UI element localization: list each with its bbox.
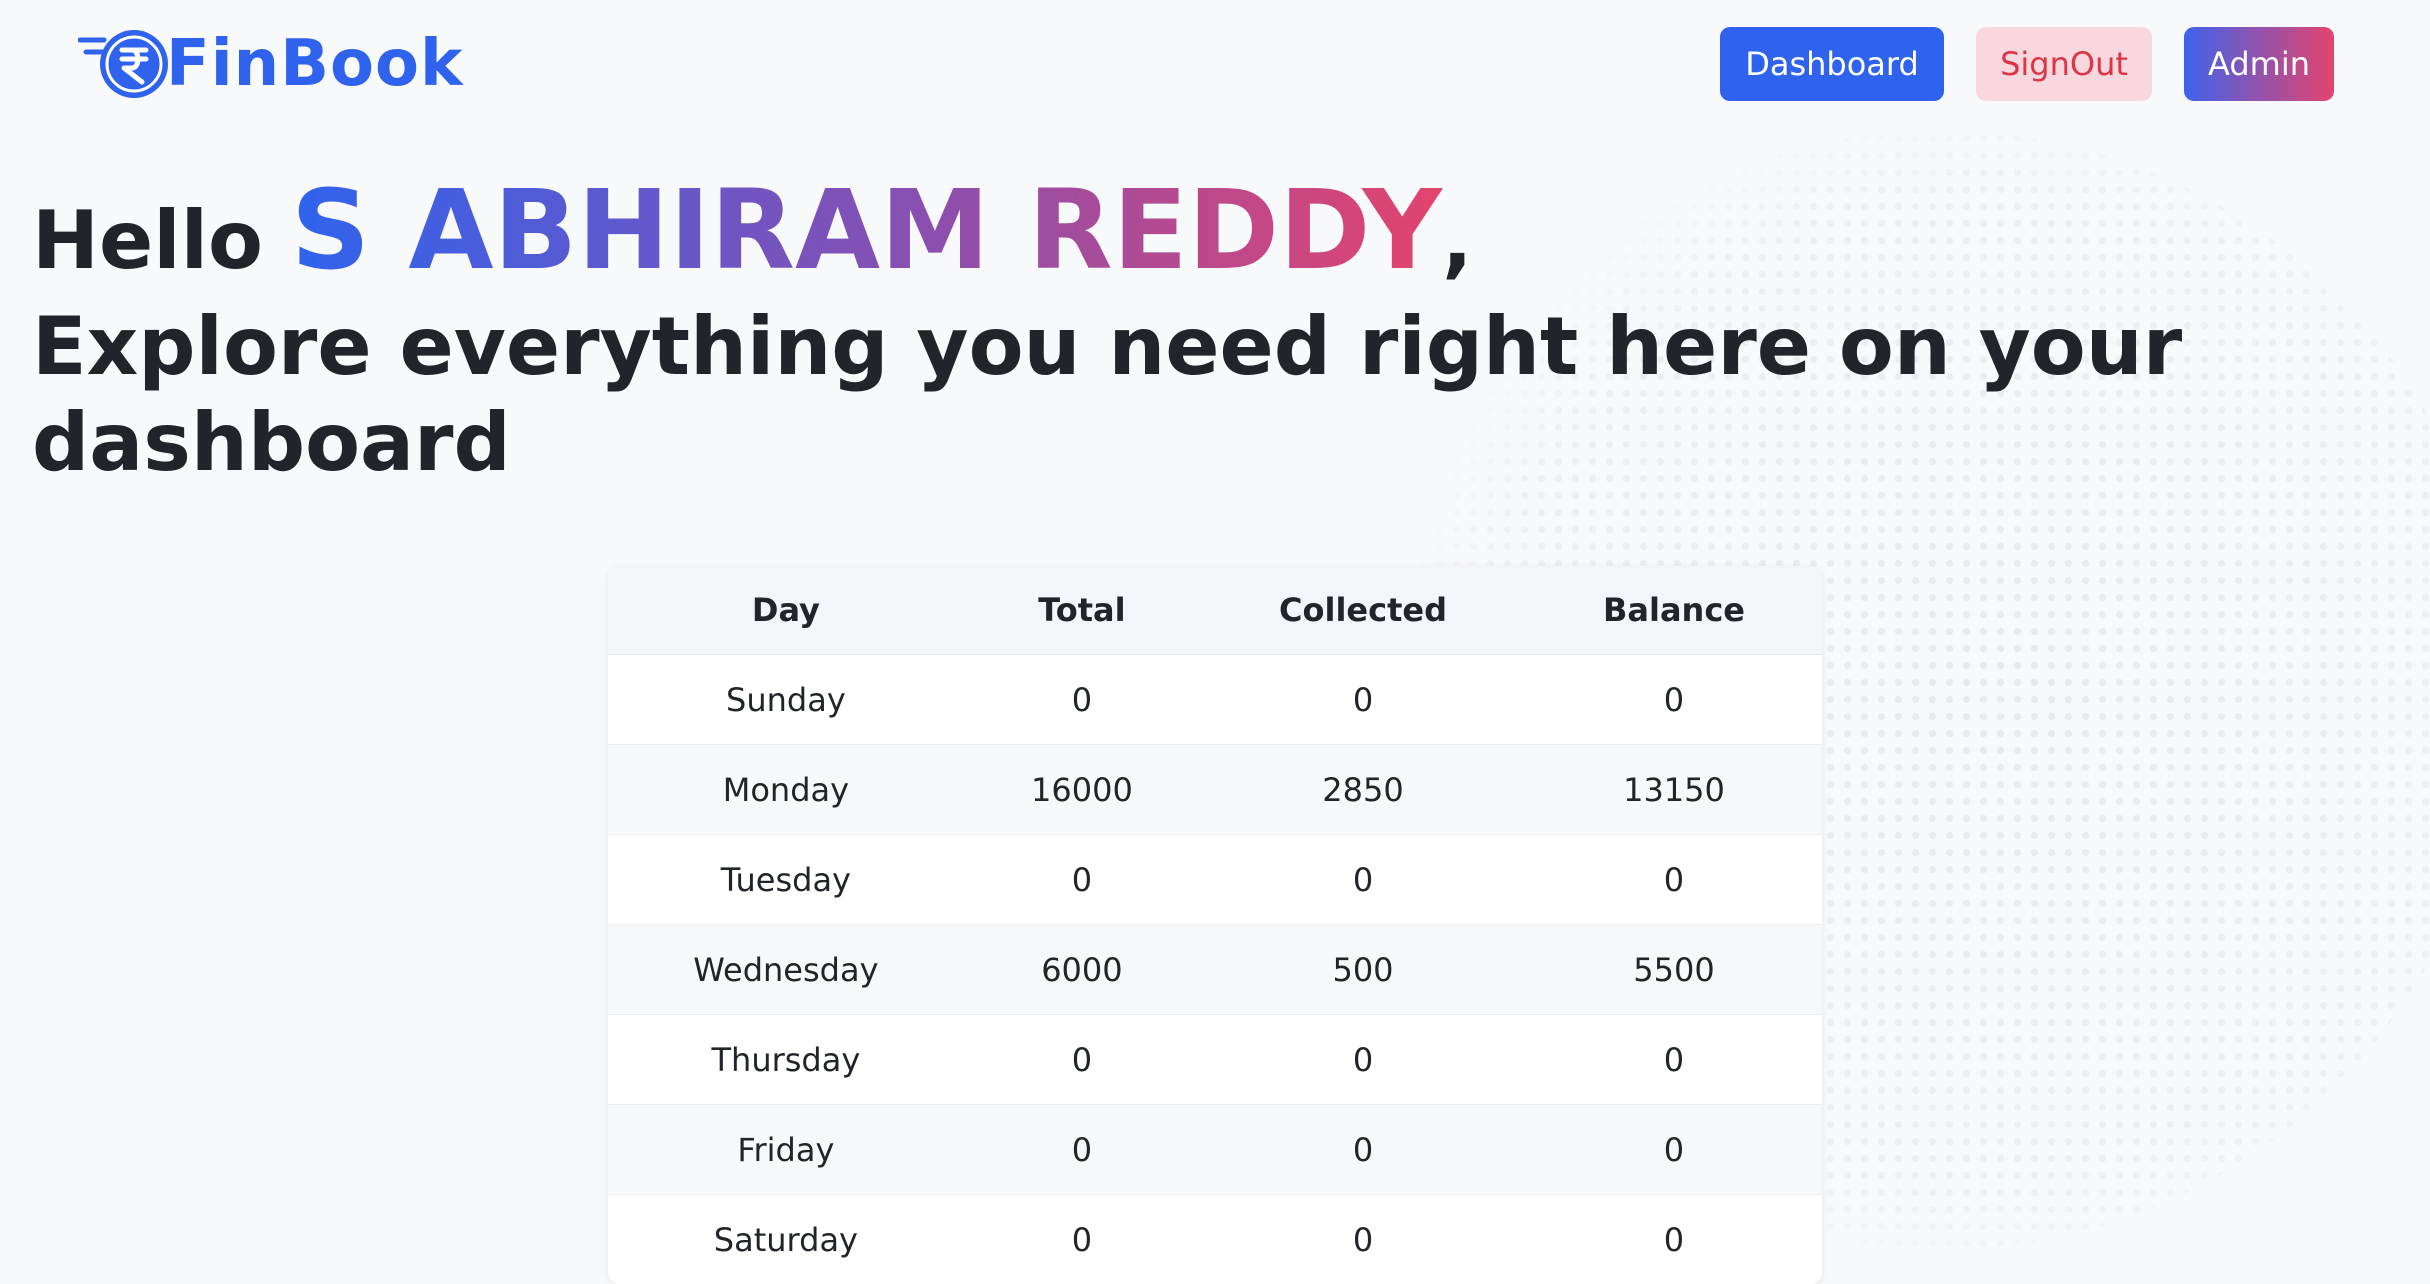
greeting-comma: , (1442, 194, 1473, 287)
cell-day: Wednesday (608, 924, 964, 1015)
cell-collected: 500 (1200, 924, 1526, 1015)
cell-collected: 0 (1200, 654, 1526, 745)
user-name: S ABHIRAM REDDY (290, 166, 1443, 294)
cell-total: 0 (963, 654, 1201, 745)
cell-total: 0 (963, 834, 1201, 925)
header-collected: Collected (1200, 566, 1526, 655)
table-row: Saturday 0 0 0 (608, 1194, 1822, 1284)
table-header-row: Day Total Collected Balance (608, 566, 1822, 655)
admin-button[interactable]: Admin (2184, 27, 2334, 101)
cell-collected: 0 (1200, 1014, 1526, 1105)
table-row: Friday 0 0 0 (608, 1104, 1822, 1195)
table-row: Thursday 0 0 0 (608, 1014, 1822, 1105)
rupee-coin-icon (77, 26, 174, 102)
cell-total: 0 (963, 1014, 1201, 1105)
brand-name: FinBook (166, 27, 464, 101)
cell-balance: 13150 (1525, 744, 1822, 835)
cell-balance: 5500 (1525, 924, 1822, 1015)
signout-button[interactable]: SignOut (1976, 27, 2152, 101)
greeting-text: Hello (32, 194, 264, 287)
table-row: Wednesday 6000 500 5500 (608, 924, 1822, 1015)
cell-day: Thursday (608, 1014, 964, 1105)
dashboard-subtitle: Explore everything you need right here o… (32, 300, 2183, 489)
cell-collected: 0 (1200, 1104, 1526, 1195)
weekly-collection-table-card: Day Total Collected Balance Sunday 0 0 0… (608, 566, 1822, 1284)
cell-day: Sunday (608, 654, 964, 745)
cell-balance: 0 (1525, 834, 1822, 925)
cell-collected: 0 (1200, 1194, 1526, 1284)
header-total: Total (963, 566, 1201, 655)
cell-total: 16000 (963, 744, 1201, 835)
dashboard-button[interactable]: Dashboard (1720, 27, 1944, 101)
table-row: Monday 16000 2850 13150 (608, 744, 1822, 835)
table-row: Tuesday 0 0 0 (608, 834, 1822, 925)
cell-balance: 0 (1525, 1014, 1822, 1105)
cell-balance: 0 (1525, 654, 1822, 745)
cell-day: Friday (608, 1104, 964, 1195)
top-navbar: FinBook Dashboard SignOut Admin (0, 0, 2430, 130)
cell-balance: 0 (1525, 1104, 1822, 1195)
cell-total: 6000 (963, 924, 1201, 1015)
brand-logo-link[interactable]: FinBook (77, 26, 464, 102)
weekly-collection-table: Day Total Collected Balance Sunday 0 0 0… (608, 566, 1822, 1284)
cell-collected: 0 (1200, 834, 1526, 925)
cell-day: Saturday (608, 1194, 964, 1284)
cell-balance: 0 (1525, 1194, 1822, 1284)
cell-total: 0 (963, 1194, 1201, 1284)
greeting-line: Hello S ABHIRAM REDDY, (32, 170, 2332, 301)
header-day: Day (608, 566, 964, 655)
cell-collected: 2850 (1200, 744, 1526, 835)
cell-total: 0 (963, 1104, 1201, 1195)
cell-day: Tuesday (608, 834, 964, 925)
table-row: Sunday 0 0 0 (608, 654, 1822, 745)
welcome-heading: Hello S ABHIRAM REDDY, Explore everythin… (32, 170, 2332, 491)
header-balance: Balance (1525, 566, 1822, 655)
cell-day: Monday (608, 744, 964, 835)
